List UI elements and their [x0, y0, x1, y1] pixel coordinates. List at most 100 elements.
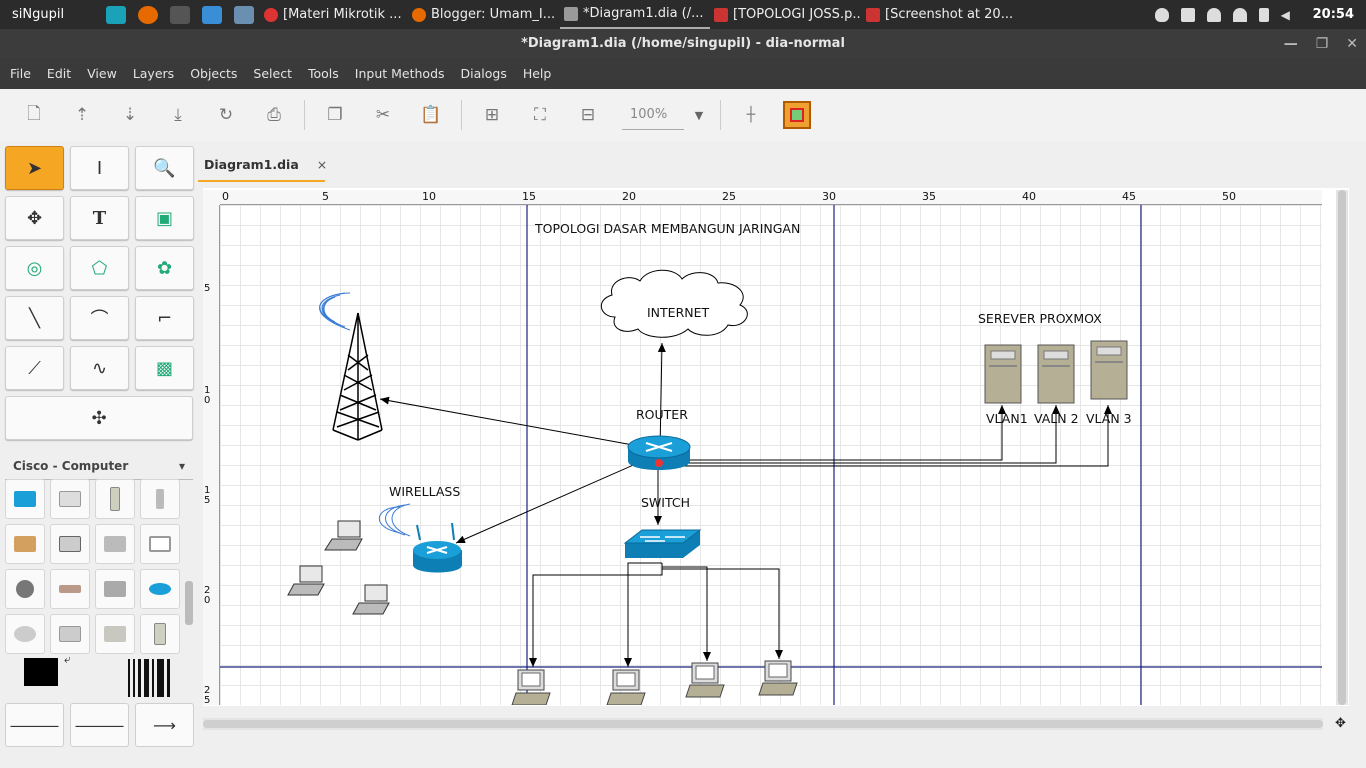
scroll-thumb[interactable] [203, 720, 1323, 728]
horizontal-scrollbar[interactable] [203, 718, 1323, 730]
screenshot-launcher-icon[interactable] [234, 5, 254, 24]
paste-icon[interactable]: 📋 [414, 98, 448, 132]
pc-icon[interactable] [511, 669, 551, 705]
new-diagram-icon[interactable]: 🗋 [17, 98, 51, 132]
pc-shape-icon[interactable] [50, 479, 90, 519]
menu-help[interactable]: Help [515, 66, 560, 81]
wireless-label[interactable]: WIRELLASS [389, 484, 460, 499]
wifi-icon[interactable] [1232, 7, 1247, 22]
diagram-title[interactable]: TOPOLOGI DASAR MEMBANGUN JARINGAN [535, 221, 800, 236]
workstation-shape-icon[interactable] [95, 524, 135, 564]
task-topologi[interactable]: [TOPOLOGI JOSS.p... [710, 0, 862, 29]
snap-to-grid-icon[interactable] [783, 101, 811, 129]
beziergon-tool-icon[interactable]: ✿ [135, 246, 194, 290]
menu-tools[interactable]: Tools [300, 66, 347, 81]
pointer-tool-icon[interactable]: ➤ [5, 146, 64, 190]
menu-edit[interactable]: Edit [39, 66, 79, 81]
print-icon[interactable]: ⎙ [257, 98, 291, 132]
box-shape-icon[interactable] [95, 614, 135, 654]
image-tool-icon[interactable]: ▩ [135, 346, 194, 390]
snap-to-objects-icon[interactable]: ┼ [734, 98, 768, 132]
minimize-button[interactable]: — [1284, 36, 1298, 52]
tab-diagram1[interactable]: Diagram1.dia × [198, 149, 327, 182]
box-tool-icon[interactable]: ▣ [135, 196, 194, 240]
zoom-dropdown-icon[interactable]: ▼ [684, 109, 714, 122]
menu-select[interactable]: Select [245, 66, 300, 81]
internet-label[interactable]: INTERNET [647, 305, 709, 320]
diagram-canvas[interactable]: TOPOLOGI DASAR MEMBANGUN JARINGAN INTERN… [220, 205, 1322, 705]
magnify-tool-icon[interactable]: 🔍 [135, 146, 194, 190]
text-edit-tool-icon[interactable]: I [70, 146, 129, 190]
pc-icon[interactable] [758, 660, 798, 696]
clock[interactable]: 20:54 [1313, 7, 1354, 22]
server-icon[interactable] [1090, 340, 1128, 400]
router-shape-icon[interactable] [140, 569, 180, 609]
switch-pc1-link[interactable] [529, 563, 663, 667]
zoom-fit-icon[interactable]: ⛶ [523, 98, 557, 132]
start-arrow-selector[interactable]: ――― [5, 703, 64, 747]
scroll-tool-icon[interactable]: ✥ [5, 196, 64, 240]
wireless-router-icon[interactable] [413, 522, 462, 573]
line-tool-icon[interactable]: ╲ [5, 296, 64, 340]
menu-dialogs[interactable]: Dialogs [453, 66, 515, 81]
laptop-shape-icon[interactable] [50, 524, 90, 564]
polygon-tool-icon[interactable]: ⬠ [70, 246, 129, 290]
task-screenshot[interactable]: [Screenshot at 20... [862, 0, 1012, 29]
terminal-shape-icon[interactable] [140, 524, 180, 564]
user-icon[interactable] [1206, 7, 1221, 22]
task-blogger[interactable]: Blogger: Umam_I... [408, 0, 560, 29]
swap-colors-icon[interactable]: ⤶ [64, 652, 71, 667]
laptop-icon[interactable] [287, 565, 325, 596]
shield-icon[interactable] [1154, 7, 1169, 22]
camera-shape-icon[interactable] [5, 569, 45, 609]
app-menu[interactable]: siNgupil [0, 7, 100, 22]
vertical-scrollbar[interactable] [1336, 190, 1348, 705]
switch-pc3-link[interactable] [662, 566, 711, 661]
menu-input-methods[interactable]: Input Methods [347, 66, 453, 81]
switch-label[interactable]: SWITCH [641, 495, 690, 510]
clipboard-icon[interactable] [1180, 7, 1195, 22]
files-launcher-icon[interactable] [202, 5, 222, 24]
vlan2-label[interactable]: VALN 2 [1034, 411, 1079, 426]
pc-icon[interactable] [606, 669, 646, 705]
refresh-icon[interactable]: ↻ [209, 98, 243, 132]
menu-objects[interactable]: Objects [182, 66, 245, 81]
router-label[interactable]: ROUTER [636, 407, 688, 422]
volume-icon[interactable]: ◀ [1281, 8, 1295, 22]
foreground-color[interactable] [24, 658, 58, 686]
maximize-button[interactable]: ❐ [1316, 36, 1329, 52]
pda-shape-icon[interactable] [140, 479, 180, 519]
bezier-line-tool-icon[interactable]: ∿ [70, 346, 129, 390]
router-vlan1-link[interactable] [660, 405, 1006, 461]
zoom-in-icon[interactable]: ⊞ [475, 98, 509, 132]
laptop-icon[interactable] [352, 584, 390, 615]
vlan3-label[interactable]: VLAN 3 [1086, 411, 1132, 426]
router-tower-link[interactable] [379, 396, 634, 446]
printer-shape-icon[interactable] [95, 569, 135, 609]
close-icon[interactable]: × [317, 157, 327, 172]
save-icon[interactable]: ⇣ [113, 98, 147, 132]
firefox-launcher-icon[interactable] [138, 5, 158, 24]
terminal-launcher-icon[interactable] [170, 5, 190, 24]
desktop-icon[interactable] [106, 5, 126, 24]
zoom-field[interactable]: 100% [622, 100, 684, 130]
storage-shape-icon[interactable] [5, 614, 45, 654]
cut-icon[interactable]: ✂ [366, 98, 400, 132]
router-icon[interactable] [627, 435, 691, 470]
server-group-label[interactable]: SEREVER PROXMOX [978, 311, 1102, 326]
end-arrow-selector[interactable]: ⟶ [135, 703, 194, 747]
shape-scrollbar[interactable] [185, 581, 193, 625]
floppy-shape-icon[interactable] [50, 614, 90, 654]
task-materi-mikrotik[interactable]: [Materi Mikrotik ... [260, 0, 408, 29]
sheet-selector[interactable]: Cisco - Computer ▾ [5, 452, 193, 480]
arc-tool-icon[interactable]: ⌒ [70, 296, 129, 340]
hub-shape-icon[interactable] [50, 569, 90, 609]
task-diagram[interactable]: *Diagram1.dia (/... [560, 0, 710, 29]
switch-pc4-link[interactable] [662, 568, 783, 659]
close-button[interactable]: ✕ [1346, 36, 1358, 52]
switch-icon[interactable] [623, 529, 702, 558]
vlan1-label[interactable]: VLAN1 [986, 411, 1028, 426]
zigzag-line-tool-icon[interactable]: ⌐ [135, 296, 194, 340]
wireless-bridge-shape-icon[interactable] [5, 479, 45, 519]
color-selector[interactable]: ⤶ [24, 652, 72, 700]
